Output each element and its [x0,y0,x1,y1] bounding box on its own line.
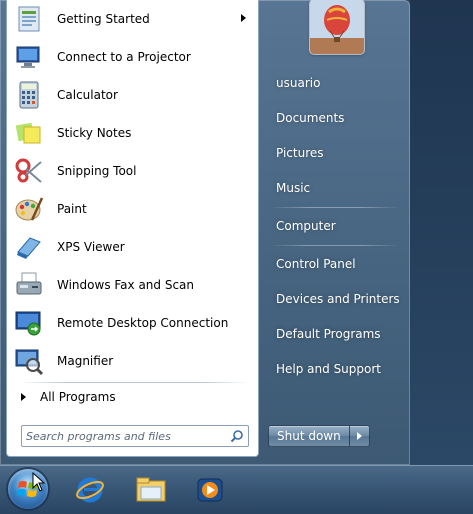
fax-scan-icon [13,269,45,301]
search-input[interactable] [22,427,226,445]
program-label: Windows Fax and Scan [57,278,195,292]
program-xps-viewer[interactable]: XPS Viewer [7,228,258,266]
program-magnifier[interactable]: Magnifier [7,342,258,380]
media-player-icon[interactable] [192,472,228,508]
divider [270,207,400,208]
divider [270,245,400,246]
right-link-label: Documents [276,111,345,125]
program-remote-desktop[interactable]: Remote Desktop Connection [7,304,258,342]
shutdown-label: Shut down [277,429,341,443]
chevron-right-icon [356,432,362,440]
search-icon[interactable] [226,426,248,446]
right-link-label: Control Panel [276,257,356,271]
program-label: Getting Started [57,12,150,26]
user-folder-link[interactable]: usuario [266,70,404,96]
divider [19,382,250,383]
shutdown-button[interactable]: Shut down [268,425,350,447]
documents-link[interactable]: Documents [266,105,404,131]
right-link-label: usuario [276,76,321,90]
program-label: Remote Desktop Connection [57,316,229,330]
devices-printers-link[interactable]: Devices and Printers [266,286,404,312]
paint-icon [13,193,45,225]
snipping-tool-icon [13,155,45,187]
start-menu: Getting Started Connect to a Projector C… [0,0,410,465]
program-list: Getting Started Connect to a Projector C… [7,0,258,380]
hot-air-balloon-icon [310,0,364,54]
help-support-link[interactable]: Help and Support [266,356,404,382]
sticky-notes-icon [13,117,45,149]
triangle-right-icon [21,393,26,401]
program-getting-started[interactable]: Getting Started [7,0,258,38]
program-label: Calculator [57,88,118,102]
pictures-link[interactable]: Pictures [266,140,404,166]
internet-explorer-icon[interactable] [72,472,108,508]
desktop-background [410,0,473,465]
shutdown-options-button[interactable] [349,425,370,447]
program-fax-scan[interactable]: Windows Fax and Scan [7,266,258,304]
right-link-label: Pictures [276,146,324,160]
user-picture[interactable] [310,0,364,54]
music-link[interactable]: Music [266,175,404,201]
program-label: XPS Viewer [57,240,125,254]
taskbar [0,465,473,514]
all-programs-button[interactable]: All Programs [17,386,257,408]
program-sticky-notes[interactable]: Sticky Notes [7,114,258,152]
right-link-label: Default Programs [276,327,381,341]
right-link-label: Computer [276,219,336,233]
submenu-arrow-icon[interactable] [241,14,246,22]
calculator-icon [13,79,45,111]
default-programs-link[interactable]: Default Programs [266,321,404,347]
shutdown-group: Shut down [268,425,370,447]
search-box[interactable] [21,425,249,447]
program-connect-projector[interactable]: Connect to a Projector [7,38,258,76]
program-label: Paint [57,202,87,216]
mouse-cursor-icon [32,472,46,492]
right-link-label: Devices and Printers [276,292,400,306]
magnifier-icon [13,345,45,377]
xps-viewer-icon [13,231,45,263]
computer-link[interactable]: Computer [266,213,404,239]
right-link-label: Help and Support [276,362,381,376]
control-panel-link[interactable]: Control Panel [266,251,404,277]
program-label: Snipping Tool [57,164,137,178]
program-label: Magnifier [57,354,114,368]
all-programs-label: All Programs [40,390,116,404]
program-calculator[interactable]: Calculator [7,76,258,114]
getting-started-icon [13,3,45,35]
program-snipping-tool[interactable]: Snipping Tool [7,152,258,190]
projector-icon [13,41,45,73]
program-paint[interactable]: Paint [7,190,258,228]
program-label: Connect to a Projector [57,50,191,64]
windows-explorer-icon[interactable] [133,472,169,508]
right-link-label: Music [276,181,311,195]
remote-desktop-icon [13,307,45,339]
program-label: Sticky Notes [57,126,132,140]
programs-pane: Getting Started Connect to a Projector C… [6,0,259,457]
